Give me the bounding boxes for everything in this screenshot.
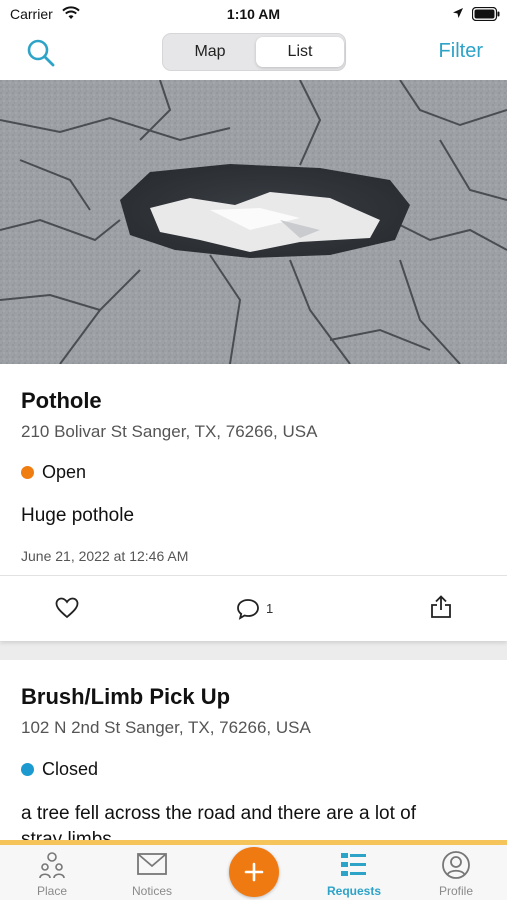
tab-list[interactable]: List bbox=[256, 37, 344, 67]
comment-count: 1 bbox=[266, 601, 274, 616]
clock-label: 1:10 AM bbox=[226, 6, 281, 22]
tab-requests[interactable]: Requests bbox=[304, 845, 404, 900]
request-status: Open bbox=[42, 462, 87, 482]
pothole-photo-image bbox=[0, 80, 507, 364]
request-date: June 21, 2022 at 12:46 AM bbox=[21, 548, 189, 564]
tab-label: Place bbox=[36, 884, 68, 898]
request-address: 210 Bolivar St Sanger, TX, 76266, USA bbox=[21, 422, 318, 441]
tab-label: Notices bbox=[131, 884, 172, 898]
tab-map[interactable]: Map bbox=[166, 37, 254, 67]
status-dot-closed bbox=[21, 763, 34, 776]
location-arrow-icon bbox=[453, 8, 463, 18]
list-icon bbox=[341, 853, 366, 876]
tab-place[interactable]: Place bbox=[2, 845, 102, 900]
new-request-button[interactable] bbox=[229, 847, 279, 897]
request-address: 102 N 2nd St Sanger, TX, 76266, USA bbox=[21, 718, 311, 737]
request-description: a tree fell across the road and there ar… bbox=[21, 803, 417, 824]
share-icon[interactable] bbox=[430, 595, 452, 619]
status-dot-open bbox=[21, 466, 34, 479]
filter-button[interactable]: Filter bbox=[439, 40, 483, 63]
envelope-icon bbox=[137, 853, 167, 875]
card-divider bbox=[0, 575, 507, 576]
nav-bar: Map List Filter bbox=[0, 28, 507, 80]
request-status: Closed bbox=[42, 759, 99, 779]
tab-label: Requests bbox=[326, 884, 382, 898]
battery-icon bbox=[472, 7, 500, 21]
plus-icon bbox=[244, 862, 264, 882]
request-card[interactable]: Brush/Limb Pick Up 102 N 2nd St Sanger, … bbox=[0, 660, 507, 850]
app-screen: Carrier 1:10 AM Map List Filter Pothole … bbox=[0, 0, 507, 900]
tab-notices[interactable]: Notices bbox=[102, 845, 202, 900]
search-icon[interactable] bbox=[26, 38, 56, 68]
comment-bubble-icon[interactable] bbox=[236, 598, 260, 620]
profile-icon bbox=[442, 851, 470, 879]
request-title: Brush/Limb Pick Up bbox=[21, 684, 231, 709]
map-list-segmented-control: Map List bbox=[162, 33, 346, 71]
place-people-icon bbox=[39, 852, 65, 879]
status-bar: Carrier 1:10 AM bbox=[0, 0, 507, 28]
pothole-photo[interactable] bbox=[0, 80, 507, 364]
tab-bar: Place Notices Requests Profile bbox=[0, 845, 507, 900]
tab-profile[interactable]: Profile bbox=[406, 845, 506, 900]
tab-label: Profile bbox=[438, 884, 473, 898]
request-description: Huge pothole bbox=[21, 505, 135, 526]
request-title: Pothole bbox=[21, 388, 102, 413]
like-heart-icon[interactable] bbox=[55, 597, 79, 619]
